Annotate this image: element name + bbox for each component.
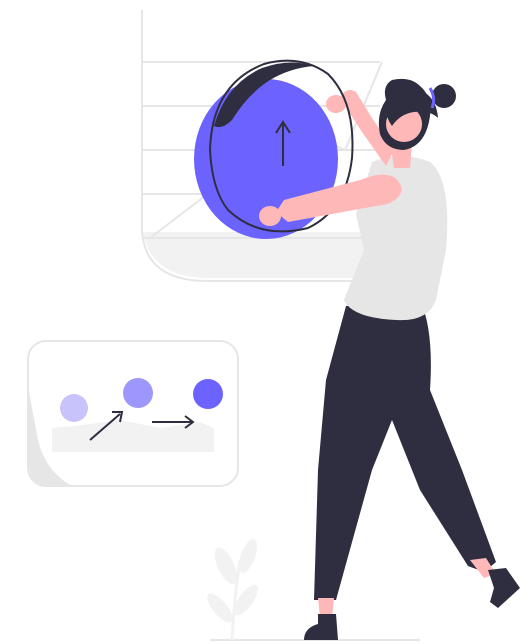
woman-right-shoe (488, 568, 520, 608)
woman-hair-bun (432, 84, 456, 108)
woman-extended-hand (259, 206, 281, 226)
progress-step-3-dot (193, 379, 223, 409)
progress-steps-card (27, 340, 239, 487)
progress-step-2-dot (123, 378, 153, 408)
illustration-svg (27, 10, 520, 641)
plant (207, 538, 258, 641)
progress-card-border (27, 340, 239, 487)
progress-step-1-dot (60, 394, 88, 422)
woman-left-shoe (304, 614, 338, 640)
illustration-canvas (0, 0, 528, 644)
woman-pants (314, 300, 496, 600)
plant-leaf (207, 593, 233, 623)
